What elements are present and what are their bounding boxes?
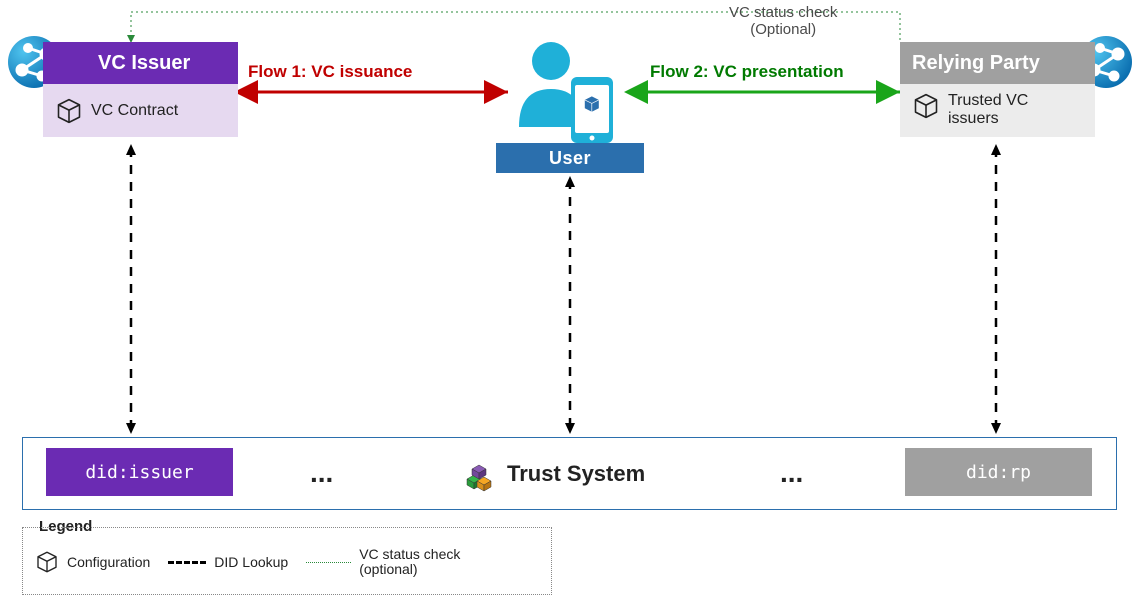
cube-icon bbox=[912, 92, 940, 120]
legend-status-check: VC status check (optional) bbox=[306, 547, 460, 578]
dashed-line-icon bbox=[168, 561, 206, 564]
legend-did-lookup: DID Lookup bbox=[168, 554, 288, 570]
legend-did-label: DID Lookup bbox=[214, 554, 288, 570]
relying-party-title: Relying Party bbox=[912, 52, 1040, 75]
ellipsis-left: ... bbox=[310, 457, 333, 489]
user-icon bbox=[505, 35, 640, 145]
vc-issuer-header: VC Issuer bbox=[43, 42, 238, 84]
ellipsis-right: ... bbox=[780, 457, 803, 489]
legend-config-label: Configuration bbox=[67, 554, 150, 570]
flow2-label: Flow 2: VC presentation bbox=[650, 62, 844, 82]
cube-icon bbox=[55, 97, 83, 125]
vc-issuer-title: VC Issuer bbox=[98, 52, 190, 75]
legend-configuration: Configuration bbox=[35, 550, 150, 574]
relying-party-header: Relying Party bbox=[900, 42, 1095, 84]
vc-issuer-body: VC Contract bbox=[43, 84, 238, 137]
legend-box: Configuration DID Lookup VC status check… bbox=[22, 527, 552, 595]
user-label-bar: User bbox=[496, 143, 644, 173]
trusted-issuers-label: Trusted VC issuers bbox=[948, 92, 1083, 129]
flow1-label: Flow 1: VC issuance bbox=[248, 62, 412, 82]
legend-status-label: VC status check (optional) bbox=[359, 547, 460, 578]
cube-icon bbox=[35, 550, 59, 574]
dotted-line-icon bbox=[306, 562, 351, 563]
relying-party-body: Trusted VC issuers bbox=[900, 84, 1095, 137]
status-check-label: VC status check (Optional) bbox=[729, 4, 837, 39]
trust-system-label-wrap: Trust System bbox=[459, 455, 645, 493]
did-rp-badge: did:rp bbox=[905, 448, 1092, 496]
vc-contract-label: VC Contract bbox=[91, 102, 178, 120]
did-issuer-badge: did:issuer bbox=[46, 448, 233, 496]
trust-cubes-icon bbox=[459, 455, 497, 493]
trust-system-label: Trust System bbox=[507, 461, 645, 487]
user-label: User bbox=[549, 148, 591, 169]
